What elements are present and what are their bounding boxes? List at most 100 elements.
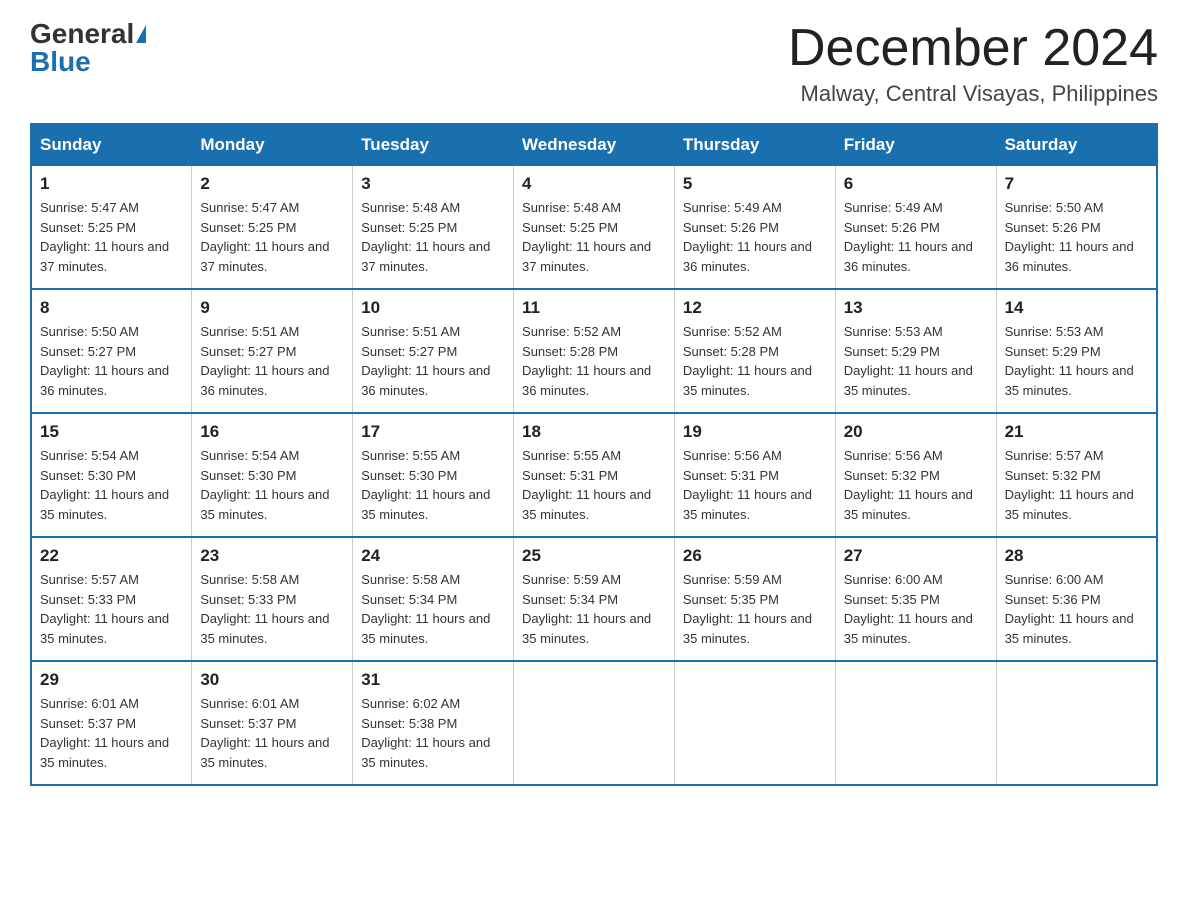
day-number: 22 <box>40 546 183 566</box>
day-info: Sunrise: 5:59 AMSunset: 5:34 PMDaylight:… <box>522 570 666 648</box>
weekday-header-monday: Monday <box>192 124 353 166</box>
weekday-header-wednesday: Wednesday <box>514 124 675 166</box>
calendar-week-row: 8Sunrise: 5:50 AMSunset: 5:27 PMDaylight… <box>31 289 1157 413</box>
calendar-week-row: 22Sunrise: 5:57 AMSunset: 5:33 PMDayligh… <box>31 537 1157 661</box>
calendar-cell: 30 Sunrise: 6:01 AMSunset: 5:37 PMDayligh… <box>192 661 353 785</box>
day-number: 20 <box>844 422 988 442</box>
day-number: 6 <box>844 174 988 194</box>
weekday-header-thursday: Thursday <box>674 124 835 166</box>
day-info: Sunrise: 6:01 AMSunset: 5:37 PMDaylight:… <box>40 694 183 772</box>
day-number: 16 <box>200 422 344 442</box>
day-number: 21 <box>1005 422 1148 442</box>
month-title: December 2024 <box>788 20 1158 77</box>
location-text: Malway, Central Visayas, Philippines <box>788 81 1158 107</box>
day-info: Sunrise: 5:51 AMSunset: 5:27 PMDaylight:… <box>200 322 344 400</box>
calendar-cell: 8Sunrise: 5:50 AMSunset: 5:27 PMDaylight… <box>31 289 192 413</box>
calendar-cell: 23 Sunrise: 5:58 AMSunset: 5:33 PMDayligh… <box>192 537 353 661</box>
day-number: 19 <box>683 422 827 442</box>
logo: General Blue <box>30 20 146 76</box>
logo-general-text: General <box>30 20 134 48</box>
day-info: Sunrise: 5:47 AMSunset: 5:25 PMDaylight:… <box>40 198 183 276</box>
calendar-cell: 5 Sunrise: 5:49 AMSunset: 5:26 PMDaylight… <box>674 166 835 290</box>
day-info: Sunrise: 5:56 AMSunset: 5:32 PMDaylight:… <box>844 446 988 524</box>
day-number: 31 <box>361 670 505 690</box>
day-info: Sunrise: 5:52 AMSunset: 5:28 PMDaylight:… <box>683 322 827 400</box>
day-number: 26 <box>683 546 827 566</box>
day-number: 7 <box>1005 174 1148 194</box>
day-number: 30 <box>200 670 344 690</box>
weekday-header-friday: Friday <box>835 124 996 166</box>
calendar-cell <box>514 661 675 785</box>
day-info: Sunrise: 5:55 AMSunset: 5:30 PMDaylight:… <box>361 446 505 524</box>
day-info: Sunrise: 6:01 AMSunset: 5:37 PMDaylight:… <box>200 694 344 772</box>
day-info: Sunrise: 5:51 AMSunset: 5:27 PMDaylight:… <box>361 322 505 400</box>
day-number: 10 <box>361 298 505 318</box>
calendar-cell: 18 Sunrise: 5:55 AMSunset: 5:31 PMDayligh… <box>514 413 675 537</box>
day-info: Sunrise: 5:58 AMSunset: 5:33 PMDaylight:… <box>200 570 344 648</box>
calendar-cell: 10 Sunrise: 5:51 AMSunset: 5:27 PMDayligh… <box>353 289 514 413</box>
day-info: Sunrise: 5:54 AMSunset: 5:30 PMDaylight:… <box>200 446 344 524</box>
day-info: Sunrise: 5:53 AMSunset: 5:29 PMDaylight:… <box>1005 322 1148 400</box>
calendar-cell: 28Sunrise: 6:00 AMSunset: 5:36 PMDayligh… <box>996 537 1157 661</box>
calendar-week-row: 29 Sunrise: 6:01 AMSunset: 5:37 PMDayligh… <box>31 661 1157 785</box>
calendar-cell: 16 Sunrise: 5:54 AMSunset: 5:30 PMDayligh… <box>192 413 353 537</box>
day-number: 1 <box>40 174 183 194</box>
calendar-week-row: 1 Sunrise: 5:47 AMSunset: 5:25 PMDaylight… <box>31 166 1157 290</box>
day-number: 23 <box>200 546 344 566</box>
calendar-cell: 29 Sunrise: 6:01 AMSunset: 5:37 PMDayligh… <box>31 661 192 785</box>
day-info: Sunrise: 6:00 AMSunset: 5:36 PMDaylight:… <box>1005 570 1148 648</box>
logo-blue-text: Blue <box>30 48 91 76</box>
calendar-cell: 13Sunrise: 5:53 AMSunset: 5:29 PMDayligh… <box>835 289 996 413</box>
calendar-cell: 22Sunrise: 5:57 AMSunset: 5:33 PMDayligh… <box>31 537 192 661</box>
day-number: 5 <box>683 174 827 194</box>
day-info: Sunrise: 5:54 AMSunset: 5:30 PMDaylight:… <box>40 446 183 524</box>
day-number: 29 <box>40 670 183 690</box>
calendar-cell: 17 Sunrise: 5:55 AMSunset: 5:30 PMDayligh… <box>353 413 514 537</box>
calendar-cell: 11Sunrise: 5:52 AMSunset: 5:28 PMDayligh… <box>514 289 675 413</box>
calendar-cell: 14 Sunrise: 5:53 AMSunset: 5:29 PMDayligh… <box>996 289 1157 413</box>
day-info: Sunrise: 5:55 AMSunset: 5:31 PMDaylight:… <box>522 446 666 524</box>
weekday-header-tuesday: Tuesday <box>353 124 514 166</box>
day-info: Sunrise: 5:59 AMSunset: 5:35 PMDaylight:… <box>683 570 827 648</box>
day-number: 13 <box>844 298 988 318</box>
calendar-cell: 25Sunrise: 5:59 AMSunset: 5:34 PMDayligh… <box>514 537 675 661</box>
day-info: Sunrise: 5:49 AMSunset: 5:26 PMDaylight:… <box>683 198 827 276</box>
day-number: 11 <box>522 298 666 318</box>
day-info: Sunrise: 5:56 AMSunset: 5:31 PMDaylight:… <box>683 446 827 524</box>
logo-triangle-icon <box>136 25 146 43</box>
page-header: General Blue December 2024 Malway, Centr… <box>30 20 1158 107</box>
day-number: 18 <box>522 422 666 442</box>
day-info: Sunrise: 5:48 AMSunset: 5:25 PMDaylight:… <box>522 198 666 276</box>
day-info: Sunrise: 5:48 AMSunset: 5:25 PMDaylight:… <box>361 198 505 276</box>
calendar-cell: 9 Sunrise: 5:51 AMSunset: 5:27 PMDaylight… <box>192 289 353 413</box>
calendar-cell <box>835 661 996 785</box>
calendar-cell: 4Sunrise: 5:48 AMSunset: 5:25 PMDaylight… <box>514 166 675 290</box>
day-info: Sunrise: 5:50 AMSunset: 5:26 PMDaylight:… <box>1005 198 1148 276</box>
calendar-table: SundayMondayTuesdayWednesdayThursdayFrid… <box>30 123 1158 786</box>
day-number: 24 <box>361 546 505 566</box>
day-number: 14 <box>1005 298 1148 318</box>
day-info: Sunrise: 5:50 AMSunset: 5:27 PMDaylight:… <box>40 322 183 400</box>
calendar-cell: 1 Sunrise: 5:47 AMSunset: 5:25 PMDaylight… <box>31 166 192 290</box>
day-info: Sunrise: 5:58 AMSunset: 5:34 PMDaylight:… <box>361 570 505 648</box>
day-info: Sunrise: 6:00 AMSunset: 5:35 PMDaylight:… <box>844 570 988 648</box>
calendar-cell <box>996 661 1157 785</box>
calendar-cell: 3 Sunrise: 5:48 AMSunset: 5:25 PMDaylight… <box>353 166 514 290</box>
day-number: 17 <box>361 422 505 442</box>
day-number: 9 <box>200 298 344 318</box>
calendar-cell: 26 Sunrise: 5:59 AMSunset: 5:35 PMDayligh… <box>674 537 835 661</box>
weekday-header-row: SundayMondayTuesdayWednesdayThursdayFrid… <box>31 124 1157 166</box>
title-block: December 2024 Malway, Central Visayas, P… <box>788 20 1158 107</box>
day-number: 12 <box>683 298 827 318</box>
weekday-header-sunday: Sunday <box>31 124 192 166</box>
calendar-cell: 7 Sunrise: 5:50 AMSunset: 5:26 PMDaylight… <box>996 166 1157 290</box>
weekday-header-saturday: Saturday <box>996 124 1157 166</box>
day-info: Sunrise: 5:49 AMSunset: 5:26 PMDaylight:… <box>844 198 988 276</box>
calendar-cell: 21Sunrise: 5:57 AMSunset: 5:32 PMDayligh… <box>996 413 1157 537</box>
day-number: 3 <box>361 174 505 194</box>
calendar-cell: 19 Sunrise: 5:56 AMSunset: 5:31 PMDayligh… <box>674 413 835 537</box>
calendar-cell: 12 Sunrise: 5:52 AMSunset: 5:28 PMDayligh… <box>674 289 835 413</box>
day-number: 15 <box>40 422 183 442</box>
day-number: 27 <box>844 546 988 566</box>
calendar-cell: 15 Sunrise: 5:54 AMSunset: 5:30 PMDayligh… <box>31 413 192 537</box>
